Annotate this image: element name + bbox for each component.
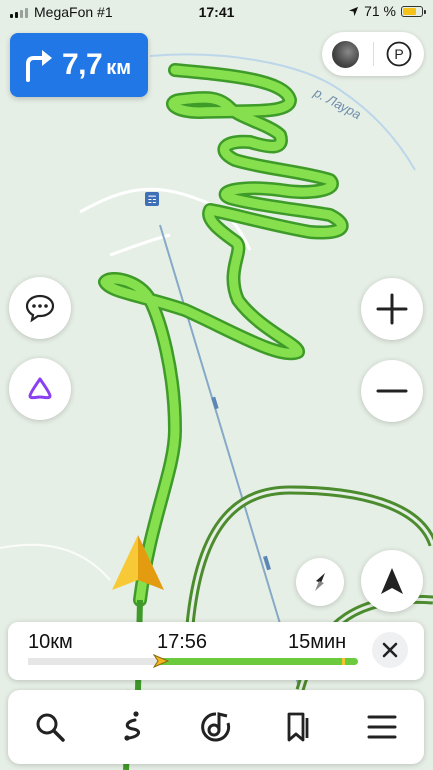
end-route-button[interactable] — [372, 632, 408, 668]
traffic-layer-icon[interactable] — [332, 41, 359, 68]
zoom-out-button[interactable] — [361, 360, 423, 422]
compass-icon — [315, 573, 325, 591]
svg-text:P: P — [394, 46, 403, 62]
speech-bubble-icon — [25, 294, 55, 323]
progress-marker-icon — [153, 654, 170, 668]
parking-icon[interactable]: P — [386, 41, 412, 67]
trip-info-panel[interactable]: 10км 17:56 15мин — [8, 622, 424, 680]
minus-icon — [376, 389, 408, 393]
nav-bookmarks-button[interactable] — [269, 697, 329, 757]
trip-arrival-time: 17:56 — [157, 631, 208, 653]
progress-done — [28, 658, 160, 665]
location-services-icon — [348, 6, 359, 16]
svg-text:☶: ☶ — [148, 195, 157, 206]
search-icon — [36, 713, 65, 742]
music-icon — [201, 712, 231, 742]
plus-icon — [376, 293, 408, 325]
nav-route-button[interactable] — [103, 697, 163, 757]
turn-right-arrow-icon — [26, 50, 52, 82]
route-icon — [124, 711, 140, 741]
progress-remaining — [160, 658, 358, 665]
chat-button[interactable] — [9, 277, 71, 339]
menu-icon — [367, 715, 397, 739]
voice-assistant-button[interactable] — [9, 358, 71, 420]
nav-search-button[interactable] — [20, 697, 80, 757]
battery-icon — [401, 5, 426, 17]
map-layers-pill: P — [322, 32, 424, 76]
alice-assistant-icon — [28, 377, 52, 400]
compass-button[interactable] — [296, 558, 344, 606]
navigation-arrow-icon — [381, 568, 403, 594]
status-bar: MegaFon #1 17:41 71 % — [0, 0, 433, 24]
progress-yellow-segment — [341, 658, 345, 665]
nav-menu-button[interactable] — [352, 697, 412, 757]
zoom-in-button[interactable] — [361, 278, 423, 340]
trip-progress-bar — [28, 654, 358, 668]
maneuver-distance: 7,7 — [62, 48, 103, 81]
nav-music-button[interactable] — [186, 697, 246, 757]
battery-percent: 71 % — [364, 3, 396, 19]
bottom-navigation — [8, 690, 424, 764]
trip-duration: 15мин — [288, 631, 347, 653]
close-icon — [382, 642, 398, 658]
maneuver-panel[interactable]: 7,7 км — [10, 33, 148, 97]
bookmarks-icon — [287, 712, 309, 742]
divider — [373, 42, 374, 66]
follow-location-button[interactable] — [361, 550, 423, 612]
trip-distance: 10км — [28, 631, 73, 653]
maneuver-unit: км — [106, 56, 132, 79]
